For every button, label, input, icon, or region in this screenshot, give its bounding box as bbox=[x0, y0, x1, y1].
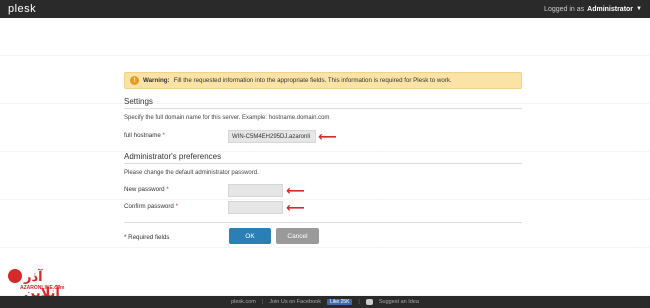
plesk-logo[interactable]: plesk bbox=[8, 3, 36, 15]
cancel-button[interactable]: Cancel bbox=[276, 228, 319, 244]
footer-site-link[interactable]: plesk.com bbox=[231, 299, 256, 305]
new-password-label: New password * bbox=[124, 186, 169, 193]
warning-text: Fill the requested information into the … bbox=[173, 77, 452, 84]
settings-divider bbox=[124, 108, 522, 109]
confirm-password-label: Confirm password * bbox=[124, 203, 178, 210]
admin-prefs-title: Administrator's preferences bbox=[124, 152, 222, 161]
arrow-left-icon: ⟵ bbox=[318, 129, 337, 144]
admin-description: Please change the default administrator … bbox=[124, 170, 259, 176]
user-menu[interactable]: Logged in as Administrator ▼ bbox=[544, 6, 642, 13]
warning-icon: ! bbox=[130, 76, 139, 85]
settings-title: Settings bbox=[124, 97, 153, 106]
warning-banner: ! Warning: Fill the requested informatio… bbox=[124, 72, 522, 89]
hostname-input[interactable]: WIN-C5M4EH295DJ.azaronli bbox=[228, 130, 316, 143]
footer-facebook-link[interactable]: Join Us on Facebook bbox=[269, 299, 321, 305]
footer: plesk.com | Join Us on Facebook Like 25K… bbox=[0, 296, 650, 308]
required-asterisk: * bbox=[162, 132, 165, 139]
logged-in-text: Logged in as bbox=[544, 5, 585, 13]
required-note: * Required fields bbox=[124, 234, 170, 241]
required-asterisk: * bbox=[166, 186, 169, 193]
warning-strong: Warning: bbox=[143, 77, 170, 84]
brand-logo-icon bbox=[8, 269, 22, 283]
brand-sub: AZARONLINE.com bbox=[20, 285, 65, 291]
settings-description: Specify the full domain name for this se… bbox=[124, 115, 330, 121]
confirm-password-label-text: Confirm password bbox=[124, 203, 174, 210]
top-bar: plesk Logged in as Administrator ▼ bbox=[0, 0, 650, 18]
new-password-label-text: New password bbox=[124, 186, 165, 193]
footer-separator: | bbox=[261, 299, 264, 305]
background-watermark bbox=[0, 18, 650, 296]
new-password-input[interactable] bbox=[228, 184, 283, 197]
hostname-label: full hostname * bbox=[124, 132, 165, 139]
caret-down-icon[interactable]: ▼ bbox=[636, 6, 642, 12]
speech-bubble-icon bbox=[365, 299, 373, 305]
ok-button[interactable]: OK bbox=[229, 228, 271, 244]
user-name[interactable]: Administrator bbox=[587, 6, 633, 13]
watermark-brand: آذر آنلاین AZARONLINE.com bbox=[6, 266, 70, 300]
form-divider bbox=[124, 222, 522, 223]
hostname-label-text: full hostname bbox=[124, 132, 161, 139]
facebook-like-button[interactable]: Like 25K bbox=[326, 299, 353, 305]
confirm-password-input[interactable] bbox=[228, 201, 283, 214]
arrow-left-icon: ⟵ bbox=[286, 200, 305, 215]
required-asterisk: * bbox=[175, 203, 179, 210]
suggest-idea-link[interactable]: Suggest an Idea bbox=[379, 299, 419, 305]
admin-divider bbox=[124, 163, 522, 164]
footer-separator: | bbox=[358, 299, 360, 305]
arrow-left-icon: ⟵ bbox=[286, 183, 305, 198]
